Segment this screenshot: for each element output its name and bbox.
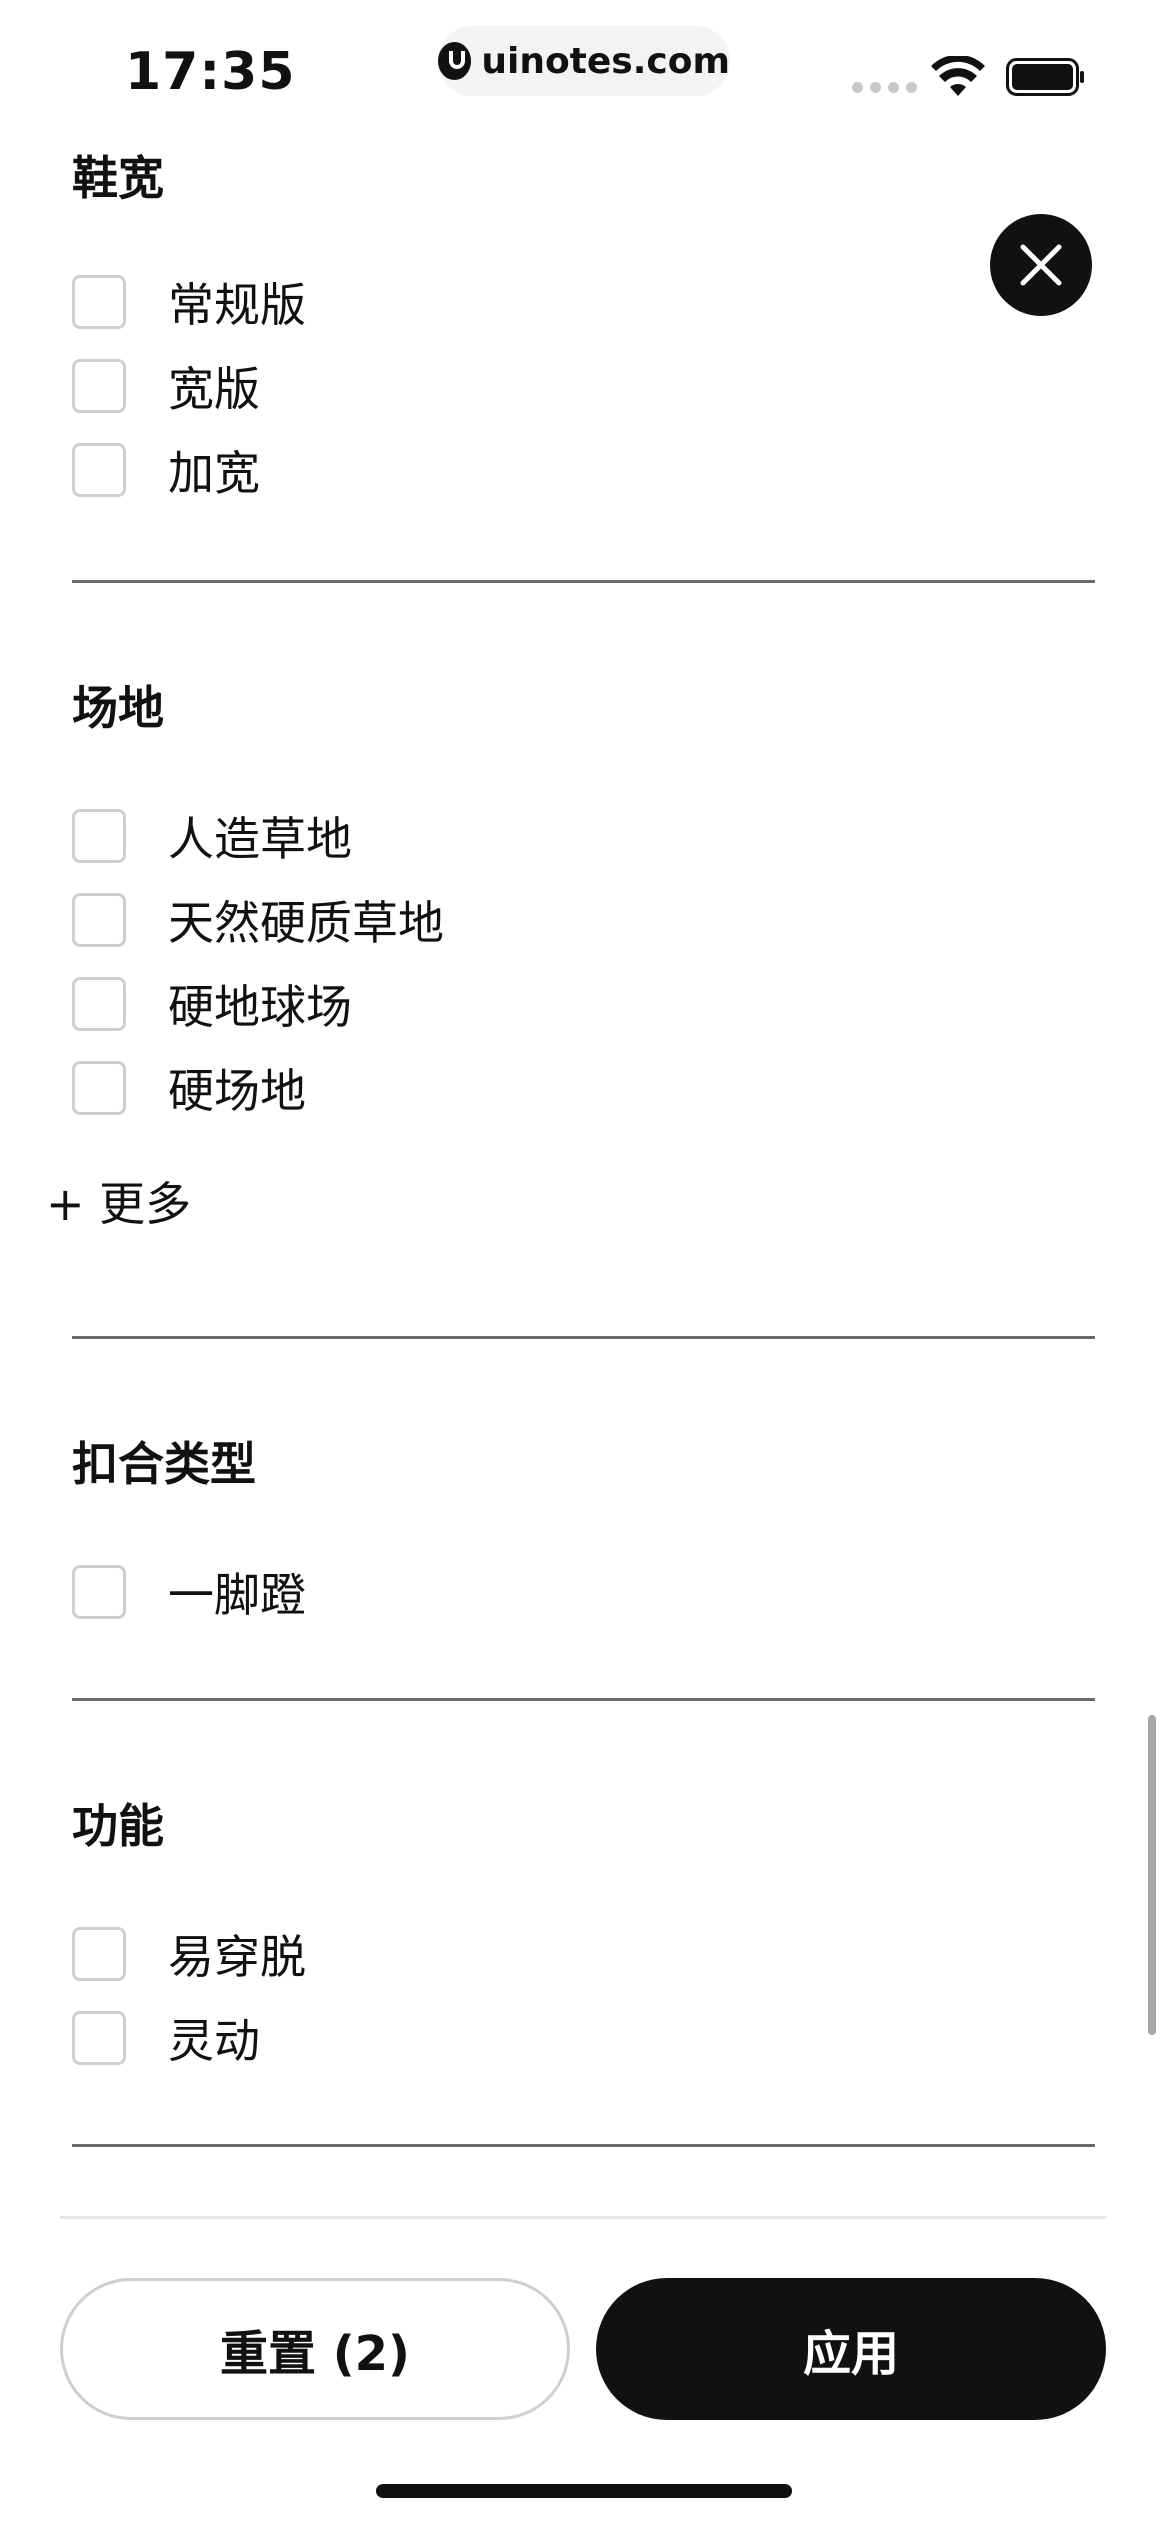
option-label: 硬地球场 bbox=[168, 980, 352, 1034]
section-divider bbox=[72, 580, 1095, 583]
checkbox[interactable] bbox=[72, 1565, 126, 1619]
option-hard-court[interactable]: 硬地球场 bbox=[72, 974, 352, 1034]
checkbox[interactable] bbox=[72, 275, 126, 329]
url-bar[interactable]: uinotes.com bbox=[438, 26, 730, 96]
wifi-icon bbox=[931, 56, 985, 96]
section-title-closure-type: 扣合类型 bbox=[72, 1437, 256, 1491]
option-regular-width[interactable]: 常规版 bbox=[72, 272, 306, 332]
option-extra-wide[interactable]: 加宽 bbox=[72, 440, 260, 500]
footer-divider bbox=[60, 2216, 1106, 2219]
show-more-link[interactable]: + 更多 bbox=[46, 1168, 191, 1234]
url-text: uinotes.com bbox=[481, 40, 730, 82]
status-time: 17:35 bbox=[125, 42, 296, 102]
section-title-surface: 场地 bbox=[72, 681, 164, 735]
option-hard-ground[interactable]: 硬场地 bbox=[72, 1058, 306, 1118]
site-logo-icon bbox=[438, 42, 472, 80]
apply-button[interactable]: 应用 bbox=[596, 2278, 1106, 2420]
checkbox[interactable] bbox=[72, 893, 126, 947]
option-label: 一脚蹬 bbox=[168, 1568, 306, 1622]
checkbox[interactable] bbox=[72, 443, 126, 497]
checkbox[interactable] bbox=[72, 1061, 126, 1115]
option-easy-on-off[interactable]: 易穿脱 bbox=[72, 1924, 306, 1984]
cellular-signal-icon bbox=[852, 82, 917, 93]
home-indicator[interactable] bbox=[376, 2484, 792, 2498]
reset-button[interactable]: 重置 (2) bbox=[60, 2278, 570, 2420]
status-bar: 17:35 uinotes.com bbox=[0, 0, 1170, 140]
section-divider bbox=[72, 1336, 1095, 1339]
option-firm-natural-grass[interactable]: 天然硬质草地 bbox=[72, 890, 444, 950]
option-agile[interactable]: 灵动 bbox=[72, 2008, 260, 2068]
option-label: 加宽 bbox=[168, 446, 260, 500]
battery-icon bbox=[1006, 58, 1084, 96]
option-wide[interactable]: 宽版 bbox=[72, 356, 260, 416]
section-divider bbox=[72, 1698, 1095, 1701]
checkbox[interactable] bbox=[72, 809, 126, 863]
option-label: 天然硬质草地 bbox=[168, 896, 444, 950]
option-label: 常规版 bbox=[168, 278, 306, 332]
section-divider bbox=[72, 2144, 1095, 2147]
checkbox[interactable] bbox=[72, 1927, 126, 1981]
option-label: 宽版 bbox=[168, 362, 260, 416]
option-label: 灵动 bbox=[168, 2014, 260, 2068]
close-icon bbox=[1020, 244, 1062, 286]
section-title-shoe-width: 鞋宽 bbox=[72, 151, 164, 205]
checkbox[interactable] bbox=[72, 2011, 126, 2065]
option-label: 人造草地 bbox=[168, 812, 352, 866]
checkbox[interactable] bbox=[72, 359, 126, 413]
section-title-features: 功能 bbox=[72, 1799, 164, 1853]
scrollbar[interactable] bbox=[1148, 1715, 1156, 2035]
option-label: 硬场地 bbox=[168, 1064, 306, 1118]
option-slip-on[interactable]: 一脚蹬 bbox=[72, 1562, 306, 1622]
option-artificial-grass[interactable]: 人造草地 bbox=[72, 806, 352, 866]
option-label: 易穿脱 bbox=[168, 1930, 306, 1984]
close-button[interactable] bbox=[990, 214, 1092, 316]
checkbox[interactable] bbox=[72, 977, 126, 1031]
